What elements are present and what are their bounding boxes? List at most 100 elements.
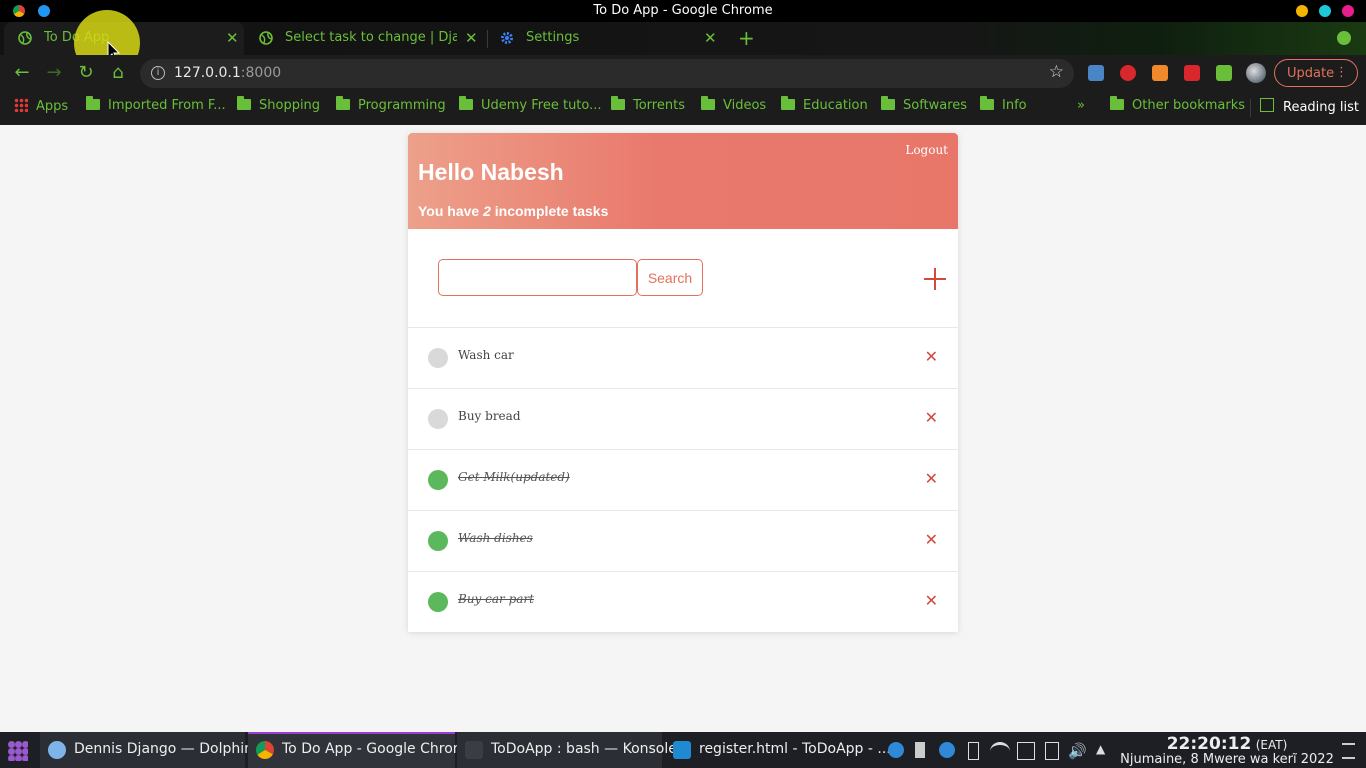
folder-icon <box>881 96 895 110</box>
clipboard-icon[interactable] <box>1045 742 1059 760</box>
greeting-heading: Hello Nabesh <box>418 159 564 185</box>
task-incomplete-icon[interactable] <box>428 348 448 368</box>
delete-task-icon[interactable]: ✕ <box>925 349 938 365</box>
bookmarks-overflow-button[interactable]: » <box>1077 98 1085 113</box>
tab-close-icon[interactable]: ✕ <box>226 29 239 47</box>
battery-icon[interactable] <box>968 742 979 760</box>
tray-expand-icon[interactable]: ▲ <box>1096 742 1112 758</box>
bookmark-folder[interactable]: Torrents <box>611 96 685 113</box>
delete-task-icon[interactable]: ✕ <box>925 593 938 609</box>
home-button[interactable]: ⌂ <box>108 63 128 83</box>
bookmark-folder[interactable]: Education <box>781 96 868 113</box>
minimize-button[interactable] <box>1296 5 1308 17</box>
bookmarks-bar: Apps Imported From F... Shopping Program… <box>0 91 1366 125</box>
site-info-icon[interactable]: i <box>151 66 165 80</box>
folder-icon <box>237 96 251 110</box>
plus-icon: + <box>738 26 755 50</box>
application-launcher-icon[interactable] <box>8 741 28 761</box>
tab-settings[interactable]: Settings ✕ <box>486 22 726 55</box>
window-title: To Do App - Google Chrome <box>593 3 773 18</box>
task-title[interactable]: Get Milk(updated) <box>458 470 570 484</box>
apps-grid-icon <box>14 98 28 112</box>
wifi-icon[interactable] <box>990 742 1010 761</box>
task-row[interactable]: Wash dishes ✕ <box>408 511 958 572</box>
reload-button[interactable]: ↻ <box>76 63 96 83</box>
add-task-plus-icon[interactable] <box>924 268 946 290</box>
task-row[interactable]: Buy car part ✕ <box>408 572 958 632</box>
bookmark-folder[interactable]: Imported From F... <box>86 96 226 113</box>
folder-icon <box>1110 96 1124 110</box>
extension-icon[interactable] <box>1088 65 1104 81</box>
reading-list-button[interactable]: Reading list <box>1260 98 1359 115</box>
new-tab-button[interactable]: + <box>736 22 758 55</box>
system-clock[interactable]: 22:20:12 (EAT) Njumaine, 8 Mwere wa kerĩ… <box>1118 734 1336 767</box>
delete-task-icon[interactable]: ✕ <box>925 471 938 487</box>
mega-extension-icon[interactable] <box>1120 65 1136 81</box>
url-text: 127.0.0.1:8000 <box>174 65 282 81</box>
bookmark-other-bookmarks[interactable]: Other bookmarks <box>1110 96 1245 113</box>
task-title[interactable]: Buy bread <box>458 409 521 423</box>
bookmark-folder[interactable]: Softwares <box>881 96 967 113</box>
gear-icon <box>501 32 513 44</box>
show-desktop-icon[interactable] <box>1342 743 1355 759</box>
usb-device-icon[interactable] <box>915 742 925 758</box>
bookmark-folder[interactable]: Videos <box>701 96 766 113</box>
folder-icon <box>459 96 473 110</box>
task-row[interactable]: Wash car ✕ <box>408 328 958 389</box>
bookmark-folder[interactable]: Programming <box>336 96 446 113</box>
maximize-button[interactable] <box>1319 5 1331 17</box>
task-title[interactable]: Buy car part <box>458 592 534 606</box>
folder-sync-icon[interactable] <box>1017 742 1035 760</box>
taskbar-item-chrome[interactable]: To Do App - Google Chrome <box>248 732 475 768</box>
address-bar[interactable]: i 127.0.0.1:8000 ☆ <box>140 59 1074 88</box>
extension-icon[interactable] <box>1152 65 1168 81</box>
folder-icon <box>336 96 350 110</box>
bluetooth-icon[interactable] <box>939 742 955 758</box>
taskbar-item-vscode[interactable]: register.html - ToDoApp - ... <box>665 732 891 768</box>
chrome-icon <box>256 741 274 759</box>
bookmarks-divider <box>1250 99 1251 117</box>
profile-avatar[interactable] <box>1246 63 1266 83</box>
flash-extension-icon[interactable] <box>1184 65 1200 81</box>
update-notifier-icon[interactable] <box>888 742 904 758</box>
task-complete-icon[interactable] <box>428 470 448 490</box>
close-window-button[interactable] <box>1342 5 1354 17</box>
back-button[interactable]: ← <box>12 63 32 83</box>
delete-task-icon[interactable]: ✕ <box>925 410 938 426</box>
profile-dropdown-icon[interactable] <box>1337 31 1351 45</box>
task-complete-icon[interactable] <box>428 592 448 612</box>
tab-close-icon[interactable]: ✕ <box>704 29 717 47</box>
taskbar-item-dolphin[interactable]: Dennis Django — Dolphin <box>40 732 253 768</box>
search-button[interactable]: Search <box>637 259 703 296</box>
bookmark-folder[interactable]: Info <box>980 96 1027 113</box>
task-title[interactable]: Wash dishes <box>458 531 533 545</box>
folder-icon <box>781 96 795 110</box>
task-title[interactable]: Wash car <box>458 348 514 362</box>
task-row[interactable]: Get Milk(updated) ✕ <box>408 450 958 511</box>
logout-link[interactable]: Logout <box>905 143 948 157</box>
card-header: Logout Hello Nabesh You have 2 incomplet… <box>408 133 958 229</box>
bookmark-star-icon[interactable]: ☆ <box>1049 62 1064 82</box>
search-input[interactable] <box>438 259 637 296</box>
bookmark-apps[interactable]: Apps <box>14 98 68 114</box>
update-button[interactable]: Update ⋮ <box>1274 59 1358 87</box>
forward-button[interactable]: → <box>44 63 64 83</box>
globe-icon <box>259 31 273 45</box>
delete-task-icon[interactable]: ✕ <box>925 532 938 548</box>
bookmark-folder[interactable]: Udemy Free tuto... <box>459 96 602 113</box>
task-row[interactable]: Buy bread ✕ <box>408 389 958 450</box>
todo-card: Logout Hello Nabesh You have 2 incomplet… <box>408 133 958 632</box>
taskbar-item-konsole[interactable]: ToDoApp : bash — Konsole <box>457 732 677 768</box>
task-incomplete-icon[interactable] <box>428 409 448 429</box>
page-viewport: Logout Hello Nabesh You have 2 incomplet… <box>0 125 1366 732</box>
bookmark-folder[interactable]: Shopping <box>237 96 320 113</box>
volume-icon[interactable]: 🔊 <box>1068 742 1087 760</box>
folder-icon <box>701 96 715 110</box>
tab-close-icon[interactable]: ✕ <box>465 29 478 47</box>
task-complete-icon[interactable] <box>428 531 448 551</box>
puzzle-extensions-icon[interactable] <box>1216 65 1232 81</box>
tab-django-admin[interactable]: Select task to change | Djang ✕ <box>245 22 485 55</box>
tab-label: Settings <box>526 30 580 45</box>
search-area: Search <box>408 229 958 328</box>
incomplete-summary: You have 2 incomplete tasks <box>418 203 609 219</box>
